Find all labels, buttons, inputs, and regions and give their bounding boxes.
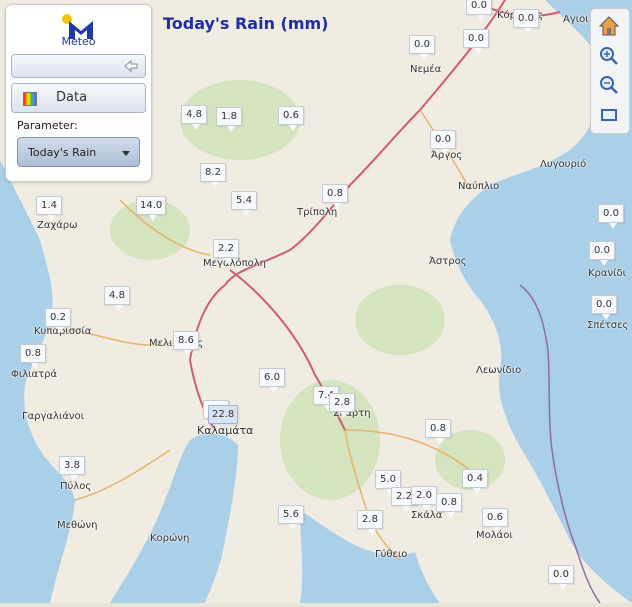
rain-marker[interactable]: 0.6 bbox=[482, 508, 508, 527]
place-label: Λυγουριό bbox=[540, 159, 587, 170]
rain-marker[interactable]: 5.4 bbox=[231, 191, 257, 210]
rain-marker[interactable]: 0.0 bbox=[548, 565, 574, 584]
place-label: Ζαχάρω bbox=[37, 220, 78, 231]
place-label: Γύθειο bbox=[375, 549, 408, 560]
extent-icon[interactable] bbox=[596, 102, 622, 128]
map-toolbar bbox=[590, 8, 630, 134]
control-panel: Meteo Data Parameter: Today's Rain bbox=[5, 4, 152, 182]
place-label: Τρίπολη bbox=[297, 207, 338, 218]
rain-marker[interactable]: 0.0 bbox=[598, 204, 624, 223]
place-label: Πύλος bbox=[60, 481, 92, 492]
place-label: Κορώνη bbox=[150, 533, 190, 544]
place-label: Μεθώνη bbox=[57, 520, 98, 531]
rain-marker[interactable]: 0.8 bbox=[436, 493, 462, 512]
rain-marker[interactable]: 0.0 bbox=[430, 130, 456, 149]
rain-marker[interactable]: 4.8 bbox=[181, 105, 207, 124]
rain-marker[interactable]: 0.0 bbox=[463, 29, 489, 48]
rain-marker[interactable]: 6.0 bbox=[259, 368, 285, 387]
parameter-label: Parameter: bbox=[17, 119, 78, 132]
rain-marker[interactable]: 0.8 bbox=[322, 184, 348, 203]
rain-marker[interactable]: 5.6 bbox=[278, 505, 304, 524]
rain-marker[interactable]: 0.0 bbox=[589, 241, 615, 260]
place-label: Φιλιατρά bbox=[11, 369, 58, 380]
rain-marker[interactable]: 0.0 bbox=[409, 35, 435, 54]
rain-marker[interactable]: 0.2 bbox=[45, 308, 71, 327]
data-button-label: Data bbox=[56, 90, 88, 105]
rain-marker[interactable]: 1.4 bbox=[36, 196, 62, 215]
zoom-out-icon[interactable] bbox=[596, 72, 622, 98]
rain-marker[interactable]: 0.0 bbox=[466, 0, 492, 15]
place-label: Άστρος bbox=[429, 256, 467, 267]
rain-marker[interactable]: 0.0 bbox=[591, 295, 617, 314]
place-label: Κρανίδι bbox=[588, 268, 626, 279]
place-label: Σπέτσες bbox=[587, 320, 629, 331]
parameter-select[interactable]: Today's Rain bbox=[17, 137, 140, 167]
rain-marker[interactable]: 2.0 bbox=[411, 486, 437, 505]
rain-marker[interactable]: 0.8 bbox=[425, 419, 451, 438]
place-label: Μεγαλόπολη bbox=[203, 258, 266, 269]
rain-marker[interactable]: 8.6 bbox=[173, 331, 199, 350]
rain-marker[interactable]: 0.0 bbox=[513, 9, 539, 28]
home-icon[interactable] bbox=[596, 13, 622, 39]
place-label: Αγιοι bbox=[563, 14, 589, 25]
rain-marker[interactable]: 4.8 bbox=[104, 286, 130, 305]
place-label: Νεμέα bbox=[410, 64, 442, 75]
rain-marker[interactable]: 2.8 bbox=[357, 510, 383, 529]
rain-marker[interactable]: 1.8 bbox=[216, 107, 242, 126]
rain-marker[interactable]: 3.8 bbox=[59, 456, 85, 475]
place-label: Ναύπλιο bbox=[458, 181, 500, 192]
zoom-in-icon[interactable] bbox=[596, 43, 622, 69]
logo-text: Meteo bbox=[61, 35, 96, 48]
map-title: Today's Rain (mm) bbox=[163, 14, 329, 33]
rain-marker[interactable]: 0.4 bbox=[462, 469, 488, 488]
place-label: Λεωνίδιο bbox=[476, 365, 522, 376]
rain-marker[interactable]: 0.6 bbox=[278, 106, 304, 125]
rain-marker[interactable]: 8.2 bbox=[200, 163, 226, 182]
rain-marker[interactable]: 22.8 bbox=[208, 405, 239, 424]
color-palette-icon bbox=[23, 92, 37, 106]
parameter-value: Today's Rain bbox=[28, 146, 97, 159]
place-label: Γαργαλιάνοι bbox=[22, 411, 85, 422]
back-arrow-icon bbox=[124, 59, 138, 73]
rain-marker[interactable]: 2.2 bbox=[213, 239, 239, 258]
chevron-down-icon bbox=[122, 151, 130, 156]
rain-marker[interactable]: 0.8 bbox=[20, 344, 46, 363]
rain-marker[interactable]: 2.8 bbox=[329, 393, 355, 412]
back-button[interactable] bbox=[11, 54, 146, 78]
rain-marker[interactable]: 14.0 bbox=[136, 196, 167, 215]
data-button[interactable]: Data bbox=[11, 83, 146, 113]
